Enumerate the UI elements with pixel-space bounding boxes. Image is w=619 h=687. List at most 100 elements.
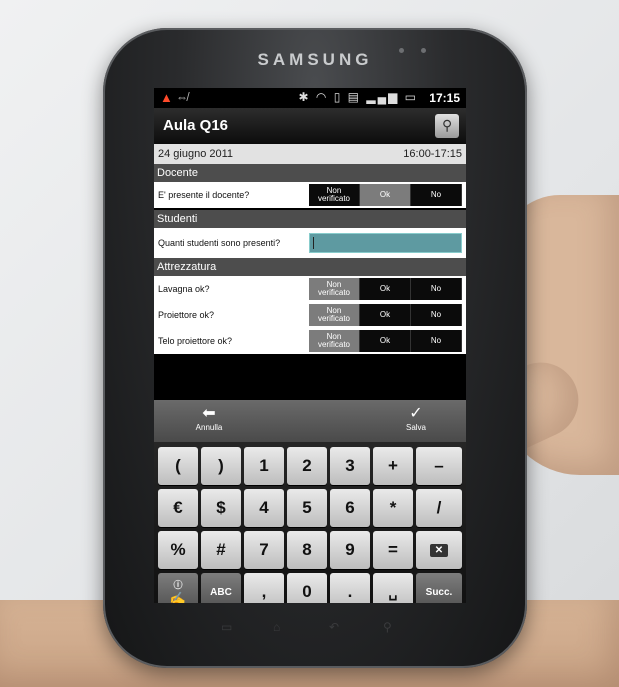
- question-label: Quanti studenti sono presenti?: [158, 238, 281, 248]
- key-period[interactable]: .: [330, 573, 370, 603]
- option-non-verificato[interactable]: Non verificato: [309, 278, 360, 300]
- key-5[interactable]: 5: [287, 489, 327, 527]
- option-ok[interactable]: Ok: [360, 278, 411, 300]
- status-time: 17:15: [429, 91, 460, 105]
- key-0[interactable]: 0: [287, 573, 327, 603]
- option-no[interactable]: No: [411, 278, 462, 300]
- handwriting-icon: ✍: [169, 590, 187, 604]
- space-icon: ␣: [388, 583, 398, 600]
- option-non-verificato[interactable]: Non verificato: [309, 184, 360, 206]
- section-header-attrezzatura: Attrezzatura: [154, 258, 466, 276]
- next-key[interactable]: Succ.: [416, 573, 462, 603]
- backspace-icon: ✕: [429, 543, 449, 557]
- hardware-keys: ▭ ⌂ ↶ ⚲: [103, 620, 527, 640]
- section-label: Attrezzatura: [157, 261, 217, 273]
- answer-selector: Non verificato Ok No: [309, 330, 462, 352]
- key-hash[interactable]: #: [201, 531, 241, 569]
- question-label: Telo proiettore ok?: [158, 336, 233, 346]
- usb-icon: ⇎: [176, 90, 188, 104]
- key-percent[interactable]: %: [158, 531, 198, 569]
- backspace-key[interactable]: ✕: [416, 531, 462, 569]
- key-asterisk[interactable]: *: [373, 489, 413, 527]
- tablet-device: SAMSUNG ▲ ⇎ ✱ ◠ ▯ ▤ ▂▄▆ ▭ 17:15 Aula Q16…: [103, 28, 527, 668]
- section-header-studenti: Studenti: [154, 210, 466, 228]
- key-1[interactable]: 1: [244, 447, 284, 485]
- camera-dot: [399, 48, 404, 53]
- section-header-docente: Docente: [154, 164, 466, 182]
- numeric-keyboard: ( ) 1 2 3 + – € $ 4 5 6 * / % # 7 8 9 = …: [154, 442, 466, 603]
- option-ok[interactable]: Ok: [360, 184, 411, 206]
- action-bar: ⬅ Annulla ✓ Salva: [154, 400, 466, 442]
- key-plus[interactable]: +: [373, 447, 413, 485]
- map-pin-icon: ⚲: [442, 117, 453, 133]
- option-ok[interactable]: Ok: [360, 330, 411, 352]
- question-label: E' presente il docente?: [158, 190, 250, 200]
- section-label: Docente: [157, 167, 198, 179]
- device-brand: SAMSUNG: [257, 50, 373, 69]
- lesson-time: 16:00-17:15: [403, 148, 462, 160]
- date-line: 24 giugno 2011 16:00-17:15: [154, 144, 466, 164]
- input-method-key[interactable]: ⓘ ✍: [158, 573, 198, 603]
- section-label: Studenti: [157, 213, 198, 225]
- signal-icon: ▂▄▆: [366, 90, 400, 104]
- location-button[interactable]: ⚲: [435, 114, 459, 138]
- key-4[interactable]: 4: [244, 489, 284, 527]
- sensor-dot: [421, 48, 426, 53]
- key-7[interactable]: 7: [244, 531, 284, 569]
- space-key[interactable]: ␣: [373, 573, 413, 603]
- question-label: Lavagna ok?: [158, 284, 210, 294]
- save-label: Salva: [405, 423, 426, 432]
- answer-selector: Non verificato Ok No: [309, 278, 462, 300]
- key-6[interactable]: 6: [330, 489, 370, 527]
- question-row-telo: Telo proiettore ok? Non verificato Ok No: [154, 328, 466, 354]
- option-no[interactable]: No: [411, 184, 462, 206]
- cancel-button[interactable]: ⬅ Annulla: [179, 405, 239, 432]
- vibrate-icon: ▯: [333, 90, 343, 104]
- answer-selector: Non verificato Ok No: [309, 304, 462, 326]
- key-9[interactable]: 9: [330, 531, 370, 569]
- sd-icon: ▤: [347, 90, 361, 104]
- student-count-input[interactable]: [309, 233, 462, 253]
- key-open-paren[interactable]: (: [158, 447, 198, 485]
- info-icon: ⓘ: [173, 579, 183, 590]
- key-slash[interactable]: /: [416, 489, 462, 527]
- search-key-icon[interactable]: ⚲: [383, 620, 392, 634]
- key-2[interactable]: 2: [287, 447, 327, 485]
- app-title: Aula Q16: [163, 117, 229, 134]
- save-button[interactable]: ✓ Salva: [386, 405, 446, 432]
- option-no[interactable]: No: [411, 304, 462, 326]
- question-row-lavagna: Lavagna ok? Non verificato Ok No: [154, 276, 466, 302]
- bluetooth-icon: ✱: [298, 90, 311, 104]
- option-ok[interactable]: Ok: [360, 304, 411, 326]
- battery-icon: ▭: [404, 90, 418, 104]
- question-label: Proiettore ok?: [158, 310, 215, 320]
- key-8[interactable]: 8: [287, 531, 327, 569]
- abc-key[interactable]: ABC: [201, 573, 241, 603]
- key-close-paren[interactable]: ): [201, 447, 241, 485]
- option-no[interactable]: No: [411, 330, 462, 352]
- answer-selector: Non verificato Ok No: [309, 184, 462, 206]
- key-equals[interactable]: =: [373, 531, 413, 569]
- key-euro[interactable]: €: [158, 489, 198, 527]
- question-row-docente: E' presente il docente? Non verificato Ok…: [154, 182, 466, 208]
- option-non-verificato[interactable]: Non verificato: [309, 330, 360, 352]
- question-row-proiettore: Proiettore ok? Non verificato Ok No: [154, 302, 466, 328]
- status-icons: ✱ ◠ ▯ ▤ ▂▄▆ ▭: [298, 90, 418, 104]
- back-key-icon[interactable]: ↶: [329, 620, 339, 634]
- home-key-icon[interactable]: ⌂: [273, 620, 280, 634]
- lesson-date: 24 giugno 2011: [158, 148, 234, 160]
- status-bar: ▲ ⇎ ✱ ◠ ▯ ▤ ▂▄▆ ▭ 17:15: [154, 88, 466, 108]
- key-minus[interactable]: –: [416, 447, 462, 485]
- app-title-bar: Aula Q16 ⚲: [154, 108, 466, 144]
- checkmark-icon: ✓: [409, 405, 423, 422]
- key-3[interactable]: 3: [330, 447, 370, 485]
- key-comma[interactable]: ,: [244, 573, 284, 603]
- warning-icon: ▲: [160, 90, 173, 105]
- wifi-icon: ◠: [315, 90, 329, 104]
- option-non-verificato[interactable]: Non verificato: [309, 304, 360, 326]
- menu-key-icon[interactable]: ▭: [221, 620, 232, 634]
- back-arrow-icon: ⬅: [202, 405, 216, 422]
- cancel-label: Annulla: [195, 423, 223, 432]
- key-dollar[interactable]: $: [201, 489, 241, 527]
- screen: ▲ ⇎ ✱ ◠ ▯ ▤ ▂▄▆ ▭ 17:15 Aula Q16 ⚲ 24 gi…: [154, 88, 466, 603]
